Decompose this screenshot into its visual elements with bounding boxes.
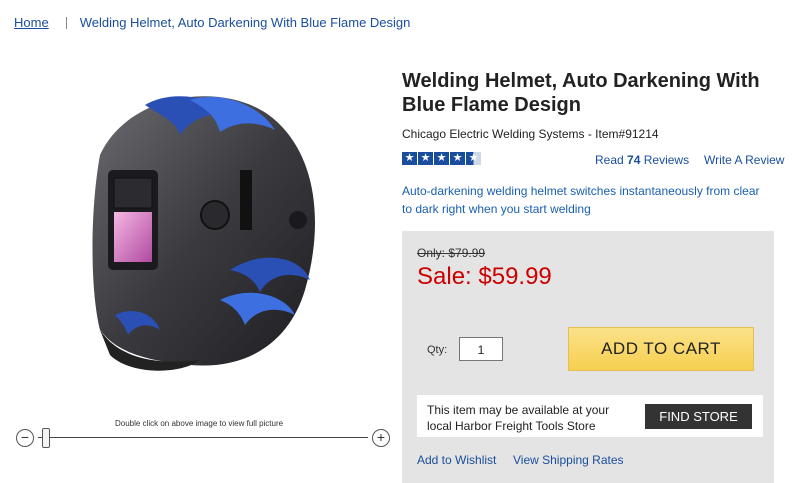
write-review-link[interactable]: Write A Review: [704, 153, 784, 167]
product-title: Welding Helmet, Auto Darkening With Blue…: [402, 70, 760, 116]
original-price: Only: $79.99: [417, 246, 486, 260]
star-icon: ★: [418, 152, 433, 165]
store-availability-text: This item may be available at your local…: [427, 403, 610, 433]
sale-price: Sale: $59.99: [417, 263, 552, 290]
star-icon: ★: [402, 152, 417, 165]
view-shipping-rates-link[interactable]: View Shipping Rates: [513, 453, 624, 467]
reviews-suffix: Reviews: [643, 153, 690, 167]
zoom-slider[interactable]: − +: [16, 428, 390, 448]
rating-stars[interactable]: ★ ★ ★ ★ ★: [402, 152, 481, 165]
read-reviews-link[interactable]: Read 74 Reviews: [595, 153, 689, 167]
image-caption: Double click on above image to view full…: [115, 419, 284, 428]
welding-helmet-image[interactable]: [60, 60, 350, 390]
buy-box: Only: $79.99 Sale: $59.99 Qty: 1 ADD TO …: [402, 231, 774, 483]
zoom-track[interactable]: [38, 437, 368, 438]
product-description: Auto-darkening welding helmet switches i…: [402, 184, 760, 216]
reviews-count: 74: [627, 153, 641, 167]
breadcrumb-separator: [65, 16, 67, 29]
product-brand-item: Chicago Electric Welding Systems - Item#…: [402, 127, 659, 141]
half-star-icon: ★: [466, 152, 481, 165]
breadcrumb: Home Welding Helmet, Auto Darkening With…: [14, 15, 410, 30]
breadcrumb-current: Welding Helmet, Auto Darkening With Blue…: [79, 15, 411, 30]
zoom-in-icon[interactable]: +: [372, 429, 390, 447]
reviews-prefix: Read: [595, 153, 624, 167]
quantity-label: Qty:: [427, 344, 448, 356]
breadcrumb-home-link[interactable]: Home: [14, 15, 49, 30]
find-store-button[interactable]: FIND STORE: [645, 404, 752, 429]
star-icon: ★: [434, 152, 449, 165]
add-to-wishlist-link[interactable]: Add to Wishlist: [417, 453, 496, 467]
add-to-cart-button[interactable]: ADD TO CART: [568, 327, 754, 371]
zoom-handle[interactable]: [42, 428, 50, 448]
product-image[interactable]: [60, 60, 350, 390]
zoom-out-icon[interactable]: −: [16, 429, 34, 447]
star-icon: ★: [450, 152, 465, 165]
store-availability-box: This item may be available at your local…: [417, 395, 763, 437]
quantity-input[interactable]: 1: [459, 337, 503, 361]
